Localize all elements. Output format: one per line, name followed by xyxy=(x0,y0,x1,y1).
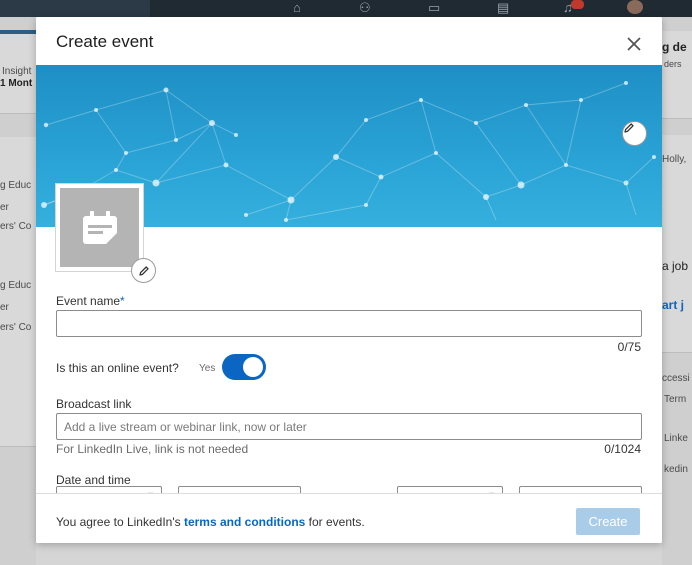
online-event-toggle-label: Yes xyxy=(199,363,216,374)
background-text: art j xyxy=(662,298,685,312)
background-text: er xyxy=(0,302,9,313)
terms-suffix: for events. xyxy=(308,515,365,529)
event-form: Event name* 0/75 Is this an online event… xyxy=(36,17,662,543)
background-bottom-strip xyxy=(36,543,662,565)
online-event-question: Is this an online event? xyxy=(56,361,179,375)
avatar xyxy=(627,0,643,14)
background-text: g Educ xyxy=(0,280,32,291)
event-name-label-text: Event name xyxy=(56,294,121,308)
background-nav-left xyxy=(0,0,150,17)
background-text: ers' Co xyxy=(0,221,32,232)
background-text: g de xyxy=(662,40,687,54)
date-time-label: Date and time xyxy=(56,473,131,487)
background-reaction-icons xyxy=(92,559,122,565)
terms-prefix: You agree to LinkedIn's xyxy=(56,515,181,529)
notifications-badge xyxy=(571,0,584,9)
required-mark: * xyxy=(120,294,125,308)
background-text: Holly, xyxy=(662,154,687,165)
terms-link[interactable]: terms and conditions xyxy=(184,515,305,529)
background-text: Linke xyxy=(664,433,688,444)
broadcast-link-label: Broadcast link xyxy=(56,397,132,411)
create-event-modal: Create event Event name* 0/75 Is this an… xyxy=(36,17,662,543)
broadcast-link-input[interactable] xyxy=(56,413,642,440)
event-name-counter: 0/75 xyxy=(617,340,641,354)
background-text: Insight xyxy=(2,66,32,77)
modal-footer: You agree to LinkedIn's terms and condit… xyxy=(36,493,662,543)
terms-notice: You agree to LinkedIn's terms and condit… xyxy=(56,515,365,529)
event-name-input[interactable] xyxy=(56,310,642,337)
background-text: ers' Co xyxy=(0,322,32,333)
background-text: a job xyxy=(662,259,689,273)
toggle-knob xyxy=(243,357,263,377)
background-right-column: g de ders Holly, a job art j ccessi Term… xyxy=(662,17,692,565)
network-icon: ⚇ xyxy=(359,0,371,15)
background-text: g Educ xyxy=(0,180,32,191)
background-text: ccessi xyxy=(662,373,690,384)
background-text: ders xyxy=(664,59,682,69)
background-top-nav: ⌂ ⚇ ▭ ▤ ♫ xyxy=(0,0,692,17)
background-text: Term xyxy=(664,394,687,405)
background-text: 1 Mont xyxy=(0,78,33,89)
event-name-label: Event name* xyxy=(56,294,125,308)
broadcast-link-hint: For LinkedIn Live, link is not needed xyxy=(56,442,249,456)
background-left-column: Insight 1 Mont g Educ er ers' Co g Educ … xyxy=(0,17,36,565)
background-text: er xyxy=(0,202,9,213)
jobs-icon: ▭ xyxy=(428,0,441,15)
home-icon: ⌂ xyxy=(293,0,301,15)
background-text: kedin xyxy=(664,464,688,475)
create-button[interactable]: Create xyxy=(576,508,640,535)
online-event-toggle[interactable] xyxy=(222,354,266,380)
broadcast-link-counter: 0/1024 xyxy=(604,442,641,456)
messaging-icon: ▤ xyxy=(497,0,510,15)
background-right-card xyxy=(662,135,692,353)
